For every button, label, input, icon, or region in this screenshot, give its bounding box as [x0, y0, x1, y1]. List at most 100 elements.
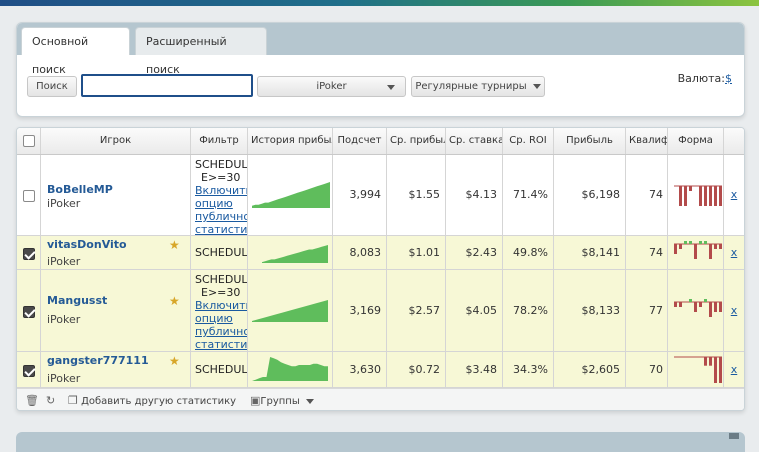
table-row[interactable]: gangster777111 ★ iPoker SCHEDUL 3,630 $0… [17, 352, 744, 388]
link-line: статисти [195, 223, 248, 235]
network-select-value: iPoker [316, 81, 347, 92]
count-cell: 3,169 [333, 270, 387, 351]
link-line: Включить [195, 184, 248, 197]
remove-row-link[interactable]: x [724, 363, 744, 376]
avg-stake-cell: $4.05 [446, 270, 503, 351]
form-bar [679, 302, 682, 307]
form-bar [704, 357, 707, 366]
filter-line: SCHEDUL [195, 246, 248, 259]
table-row[interactable]: vitasDonVito ★ iPoker SCHEDUL 8,083 $1.0… [17, 236, 744, 270]
player-name-link[interactable]: Mangusst [47, 294, 107, 307]
avg-profit-cell: $1.55 [387, 155, 446, 235]
tournament-type-select[interactable]: Регулярные турниры [411, 76, 545, 97]
select-all-checkbox[interactable] [23, 135, 35, 147]
chevron-down-icon [532, 83, 541, 89]
avg-profit-cell: $0.72 [387, 352, 446, 387]
remove-row-link[interactable]: x [724, 304, 744, 317]
row-checkbox[interactable] [23, 248, 35, 260]
refresh-icon[interactable]: ↻ [46, 394, 55, 407]
sparkline-area [262, 245, 328, 263]
header-profit[interactable]: Прибыль [554, 128, 626, 154]
form-bar [719, 186, 722, 206]
filter-text: SCHEDUL E>=30 Включить опцию публично стати… [195, 273, 248, 351]
groups-button[interactable]: ▣Группы [250, 394, 314, 407]
form-bar [704, 186, 707, 206]
row-checkbox[interactable] [23, 365, 35, 377]
top-gradient-bar [0, 0, 759, 6]
qualification-cell: 77 [626, 270, 668, 351]
form-cell [668, 155, 724, 235]
form-bar [699, 241, 702, 244]
filter-cell: SCHEDUL E>=30 Включить опцию публично стати… [191, 155, 248, 235]
tab-advanced-search[interactable]: Расширенный поиск [135, 27, 267, 76]
player-name-link[interactable]: BoBelleMP [47, 183, 113, 196]
avg-stake-cell: $3.48 [446, 352, 503, 387]
trash-icon[interactable]: 🗑 [25, 394, 39, 407]
table-row[interactable]: Mangusst ★ iPoker SCHEDUL E>=30 Включить… [17, 270, 744, 352]
avg-stake-cell: $2.43 [446, 236, 503, 269]
tab-basic-search[interactable]: Основной поиск [21, 27, 130, 76]
remove-row-link[interactable]: x [724, 246, 744, 259]
player-name-link[interactable]: gangster777111 [47, 354, 149, 367]
search-button[interactable]: Поиск [27, 76, 77, 97]
form-bar [704, 241, 707, 244]
currency-selector: Валюта:$ [678, 72, 732, 85]
filter-line: E>=30 [201, 171, 241, 184]
header-qualification[interactable]: Квалиф [626, 128, 668, 154]
row-checkbox[interactable] [23, 190, 35, 202]
results-table: Игрок Фильтр История прибыли Подсчет Ср.… [16, 127, 745, 411]
header-filter[interactable]: Фильтр [191, 128, 248, 154]
add-stats-button[interactable]: ❐ Добавить другую статистику [68, 394, 236, 407]
row-checkbox[interactable] [23, 306, 35, 318]
avg-roi-cell: 78.2% [503, 270, 554, 351]
remove-row-link[interactable]: x [724, 188, 744, 201]
form-bar [694, 244, 697, 259]
form-bar [714, 186, 717, 206]
form-bar-chart [674, 299, 722, 317]
link-line: Включить [195, 299, 248, 312]
header-avg-roi[interactable]: Ср. ROI [503, 128, 554, 154]
tournament-type-value: Регулярные турниры [415, 81, 527, 92]
form-bar [699, 186, 702, 206]
profit-history-sparkline [262, 245, 328, 263]
award-star-icon: ★ [169, 238, 180, 252]
qualification-cell: 74 [626, 236, 668, 269]
header-count[interactable]: Подсчет [333, 128, 387, 154]
form-bar [714, 244, 717, 249]
enable-public-stats-link[interactable]: Включить опцию публично статисти [195, 299, 248, 351]
avg-roi-cell: 49.8% [503, 236, 554, 269]
avg-roi-cell: 34.3% [503, 352, 554, 387]
network-select[interactable]: iPoker [257, 76, 406, 97]
header-form[interactable]: Форма [668, 128, 724, 154]
header-select-all-cell [17, 128, 41, 154]
table-row[interactable]: BoBelleMP iPoker SCHEDUL E>=30 Включить о… [17, 155, 744, 236]
currency-link[interactable]: $ [725, 72, 732, 85]
header-avg-stake[interactable]: Ср. ставка [446, 128, 503, 154]
award-star-icon: ★ [169, 354, 180, 368]
remove-cell: x [724, 155, 744, 235]
player-cell: gangster777111 ★ iPoker [41, 352, 191, 387]
header-history[interactable]: История прибыли [248, 128, 333, 154]
history-cell [248, 155, 333, 235]
header-remove [724, 128, 744, 154]
row-check-cell [17, 352, 41, 387]
form-cell [668, 236, 724, 269]
player-search-input[interactable] [81, 74, 253, 97]
player-cell: Mangusst ★ iPoker [41, 270, 191, 351]
form-cell [668, 270, 724, 351]
profit-cell: $8,133 [554, 270, 626, 351]
profit-history-sparkline [252, 182, 330, 208]
enable-public-stats-link[interactable]: Включить опцию публично статисти [195, 184, 248, 235]
collapse-icon[interactable] [729, 433, 739, 439]
form-bar [689, 299, 692, 302]
form-bar [674, 302, 677, 307]
form-bar [709, 186, 712, 206]
player-name-link[interactable]: vitasDonVito [47, 238, 127, 251]
form-bar [679, 186, 682, 206]
header-player[interactable]: Игрок [41, 128, 191, 154]
groups-label: Группы [260, 396, 300, 407]
filter-cell: SCHEDUL [191, 236, 248, 269]
count-cell: 3,630 [333, 352, 387, 387]
header-avg-profit[interactable]: Ср. прибыль [387, 128, 446, 154]
copy-icon: ❐ [68, 394, 78, 407]
